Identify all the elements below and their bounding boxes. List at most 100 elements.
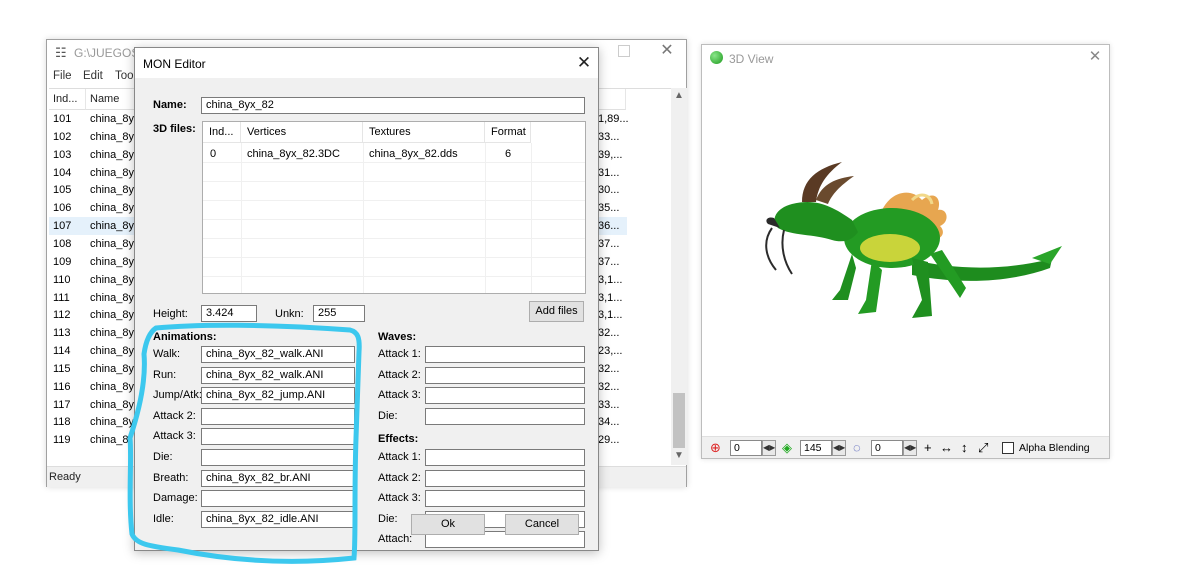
grid-line	[203, 162, 585, 163]
animation-input[interactable]	[201, 490, 355, 508]
row-index-cell: 110	[53, 273, 71, 286]
wave-input[interactable]	[425, 387, 585, 405]
status-text: Ready	[49, 471, 81, 483]
rotate-x-input[interactable]: 0	[730, 440, 762, 456]
list-scrollbar[interactable]: ▲ ▼	[671, 88, 687, 465]
file-index-cell[interactable]: 0	[210, 148, 216, 160]
effects-heading: Effects:	[378, 433, 419, 445]
row-index-cell: 105	[53, 184, 72, 197]
row-value-cell: 36...	[598, 220, 620, 233]
dialog-close-button[interactable]: ✕	[574, 53, 594, 73]
row-index-cell: 115	[53, 362, 71, 375]
menu-edit[interactable]: Edit	[83, 70, 103, 82]
row-value-cell: 1,89...	[598, 113, 628, 125]
effect-input[interactable]	[425, 449, 585, 466]
row-value-cell: 32...	[598, 380, 620, 393]
animation-label: Breath:	[153, 471, 189, 484]
crosshair-icon[interactable]: +	[924, 439, 932, 457]
row-index-cell: 103	[53, 148, 72, 161]
wave-input[interactable]	[425, 346, 585, 363]
alpha-blending-checkbox[interactable]	[1002, 442, 1014, 454]
column-header-index[interactable]: Ind...	[49, 89, 86, 110]
scroll-up-icon[interactable]: ▲	[674, 90, 684, 101]
zoom-diagonal-icon[interactable]: ⤢	[978, 439, 988, 457]
effect-label: Attack 3:	[378, 492, 421, 505]
file-vertices-cell[interactable]: china_8yx_82.3DC	[247, 148, 340, 160]
rotate-z-stepper[interactable]: ◀▶	[903, 440, 917, 456]
files-col-textures[interactable]: Textures	[363, 122, 485, 143]
row-value-cell: 30...	[598, 184, 620, 197]
files-col-vertices[interactable]: Vertices	[241, 122, 363, 143]
animation-label: Attack 2:	[153, 409, 196, 422]
grid-line	[203, 219, 585, 220]
rotate-y-input[interactable]: 145	[800, 440, 832, 456]
files-table[interactable]: Ind... Vertices Textures Format 0 china_…	[202, 121, 586, 294]
row-index-cell: 108	[53, 237, 72, 250]
maximize-button[interactable]	[618, 45, 630, 57]
row-value-cell: 34...	[598, 416, 620, 429]
alpha-blending-label: Alpha Blending	[1019, 442, 1090, 454]
animation-input[interactable]	[201, 428, 355, 446]
row-value-cell: 3,1...	[598, 273, 623, 286]
grid-line	[203, 181, 585, 182]
row-value-cell: 32...	[598, 362, 620, 375]
animation-input[interactable]: china_8yx_82_br.ANI	[201, 469, 355, 487]
name-input[interactable]: china_8yx_82	[201, 97, 585, 114]
row-index-cell: 101	[53, 113, 72, 125]
menu-file[interactable]: File	[53, 70, 72, 82]
grid-line	[203, 257, 585, 258]
rotate-y-icon[interactable]: ◈	[782, 439, 792, 457]
rotate-y-stepper[interactable]: ◀▶	[832, 440, 846, 456]
menu-tools[interactable]: Tool	[115, 70, 136, 82]
grid-line	[203, 200, 585, 201]
files-col-index[interactable]: Ind...	[203, 122, 241, 143]
files-col-format[interactable]: Format	[485, 122, 531, 143]
dialog-titlebar[interactable]: MON Editor ✕	[135, 48, 598, 78]
animations-heading: Animations:	[153, 331, 217, 343]
wave-input[interactable]	[425, 366, 585, 384]
effect-input[interactable]	[425, 469, 585, 487]
rotate-x-stepper[interactable]: ◀▶	[762, 440, 776, 456]
animation-input[interactable]	[201, 407, 355, 425]
wave-input[interactable]	[425, 407, 585, 425]
animation-input[interactable]: china_8yx_82_jump.ANI	[201, 387, 355, 405]
main-window-close-button[interactable]: ✕	[658, 42, 676, 60]
cancel-button[interactable]: Cancel	[505, 514, 579, 535]
row-index-cell: 117	[53, 398, 71, 411]
3d-view-window: 3D View ✕ ⊕ 0 ◀▶ ◈ 145 ◀▶ ◌ 0 ◀▶ + ↔ ↕ ⤢…	[701, 44, 1110, 459]
add-files-button[interactable]: Add files	[529, 301, 584, 322]
file-textures-cell[interactable]: china_8yx_82.dds	[369, 148, 458, 160]
animation-input[interactable]: china_8yx_82_walk.ANI	[201, 346, 355, 363]
file-format-cell[interactable]: 6	[505, 148, 511, 160]
row-index-cell: 107	[53, 220, 72, 233]
animation-input[interactable]: china_8yx_82_idle.ANI	[201, 510, 355, 528]
animation-input[interactable]: china_8yx_82_walk.ANI	[201, 366, 355, 384]
unkn-input[interactable]: 255	[313, 305, 365, 322]
animation-label: Run:	[153, 368, 177, 381]
dragon-model[interactable]	[762, 150, 1062, 330]
animation-input[interactable]	[201, 449, 355, 466]
height-label: Height:	[153, 308, 188, 320]
row-index-cell: 116	[53, 380, 71, 393]
wave-label: Attack 2:	[378, 368, 421, 381]
ok-button[interactable]: Ok	[411, 514, 485, 535]
effect-input[interactable]	[425, 490, 585, 508]
height-input[interactable]: 3.424	[201, 305, 257, 322]
3d-view-close-button[interactable]: ✕	[1086, 48, 1104, 66]
row-index-cell: 109	[53, 255, 72, 268]
row-value-cell: 31...	[598, 166, 620, 179]
row-index-cell: 114	[53, 345, 71, 358]
rotate-z-icon[interactable]: ◌	[853, 439, 861, 457]
rotate-z-input[interactable]: 0	[871, 440, 903, 456]
scroll-thumb[interactable]	[673, 393, 685, 448]
row-value-cell: 37...	[598, 237, 620, 250]
move-vertical-icon[interactable]: ↕	[961, 439, 968, 457]
wave-label: Die:	[378, 409, 398, 422]
rotate-x-icon[interactable]: ⊕	[710, 439, 721, 457]
row-value-cell: 3,1...	[598, 291, 623, 304]
animation-label: Walk:	[153, 348, 181, 360]
move-horizontal-icon[interactable]: ↔	[940, 439, 953, 457]
animation-label: Attack 3:	[153, 430, 196, 443]
scroll-down-icon[interactable]: ▼	[674, 450, 684, 461]
3d-view-titlebar[interactable]: 3D View ✕	[702, 45, 1109, 71]
